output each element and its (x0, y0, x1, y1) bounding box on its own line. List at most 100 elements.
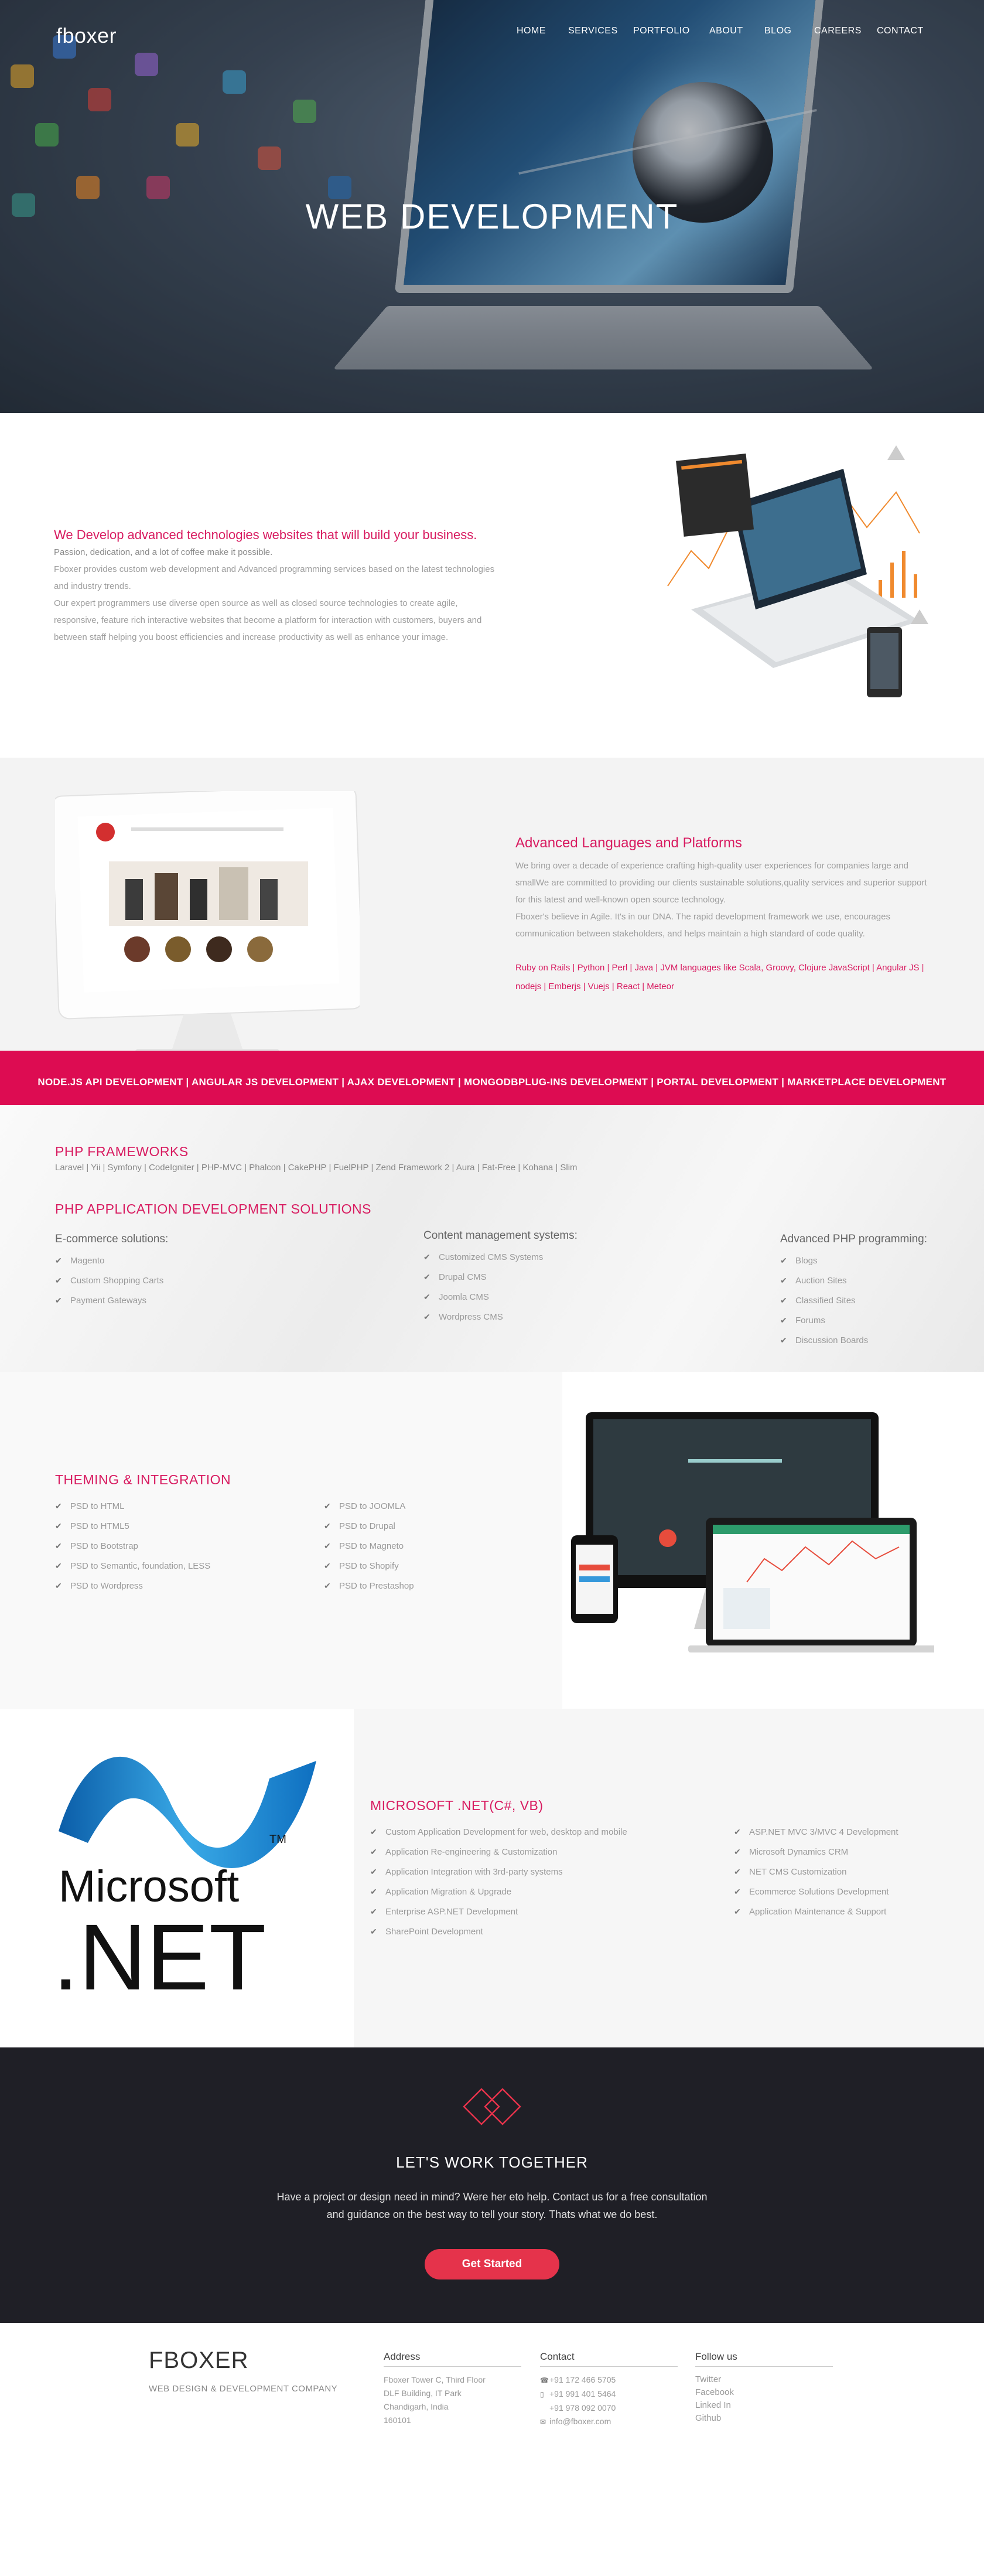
list-item: ✔ Ecommerce Solutions Development (734, 1886, 889, 1897)
check-icon: ✔ (423, 1292, 430, 1301)
list-item: ✔ SharePoint Development (370, 1926, 483, 1937)
list-item: ✔ PSD to Prestashop (324, 1580, 414, 1591)
check-icon: ✔ (423, 1272, 430, 1282)
check-icon: ✔ (55, 1275, 62, 1285)
php-solutions-heading: PHP APPLICATION DEVELOPMENT SOLUTIONS (55, 1201, 371, 1217)
footer-address-heading: Address (384, 2351, 421, 2362)
intro-line: Our expert programmers use diverse open … (54, 598, 482, 642)
check-icon: ✔ (55, 1501, 62, 1511)
imac-website-illustration (55, 791, 360, 1061)
check-icon: ✔ (734, 1906, 741, 1916)
list-item: ✔ Customized CMS Systems (423, 1252, 544, 1262)
check-icon: ✔ (780, 1255, 787, 1265)
check-icon: ✔ (324, 1501, 331, 1511)
ecommerce-title: E-commerce solutions: (55, 1233, 169, 1245)
footer-divider (384, 2366, 521, 2367)
check-icon: ✔ (734, 1827, 741, 1836)
svg-text:TM: TM (269, 1833, 286, 1846)
list-item: ✔ Joomla CMS (423, 1292, 489, 1302)
check-icon: ✔ (55, 1255, 62, 1265)
microsoft-dotnet-logo: TM Microsoft .NET (53, 1756, 316, 2001)
check-icon: ✔ (55, 1580, 62, 1590)
list-item: ✔ Application Migration & Upgrade (370, 1886, 512, 1897)
check-icon: ✔ (370, 1846, 377, 1856)
list-item: ✔ PSD to Shopify (324, 1560, 399, 1571)
advanced-line: Fboxer's believe in Agile. It's in our D… (515, 912, 890, 939)
list-item: ✔ Enterprise ASP.NET Development (370, 1906, 518, 1917)
nav-home[interactable]: HOME (517, 26, 546, 36)
nav-portfolio[interactable]: PORTFOLIO (633, 26, 690, 36)
social-linkedin[interactable]: Linked In (695, 2399, 731, 2412)
check-icon: ✔ (324, 1521, 331, 1531)
list-item: ✔ Microsoft Dynamics CRM (734, 1846, 849, 1857)
list-item: ✔ PSD to Semantic, foundation, LESS (55, 1560, 211, 1571)
cta-body: Have a project or design need in mind? W… (246, 2188, 738, 2223)
list-item: ✔ Application Re-engineering & Customizat… (370, 1846, 558, 1857)
dotnet-heading: MICROSOFT .NET(C#, VB) (370, 1798, 544, 1813)
php-frameworks-list: Laravel | Yii | Symfony | CodeIgniter | … (55, 1163, 578, 1173)
advanced-body: We bring over a decade of experience cra… (515, 857, 937, 942)
list-item: ✔ NET CMS Customization (734, 1866, 847, 1877)
list-item: ✔ PSD to JOOMLA (324, 1501, 406, 1511)
phone-icon: ☎ (540, 2376, 549, 2384)
contact-mobile[interactable]: ▯ +91 991 401 5464 (540, 2387, 616, 2401)
footer-contact: ☎+91 172 466 5705 ▯ +91 991 401 5464 +91 … (540, 2373, 616, 2429)
list-item: ✔ Magento (55, 1255, 105, 1266)
check-icon: ✔ (324, 1560, 331, 1570)
get-started-button[interactable]: Get Started (425, 2249, 559, 2279)
footer-contact-heading: Contact (540, 2351, 575, 2362)
nav-services[interactable]: SERVICES (568, 26, 618, 36)
main-nav: HOME SERVICES PORTFOLIO ABOUT BLOG CAREE… (0, 26, 984, 43)
social-github[interactable]: Github (695, 2412, 721, 2425)
list-item: ✔ Discussion Boards (780, 1335, 869, 1345)
check-icon: ✔ (734, 1846, 741, 1856)
check-icon: ✔ (324, 1580, 331, 1590)
social-twitter[interactable]: Twitter (695, 2373, 721, 2386)
envelope-icon: ✉ (540, 2418, 546, 2426)
advanced-line: We bring over a decade of experience cra… (515, 861, 927, 905)
check-icon: ✔ (55, 1521, 62, 1531)
footer-address: Fboxer Tower C, Third Floor DLF Building… (384, 2373, 486, 2427)
footer-brand: FBOXER (149, 2347, 249, 2373)
nav-about[interactable]: ABOUT (709, 26, 743, 36)
check-icon: ✔ (734, 1866, 741, 1876)
theming-list-2: ✔ PSD to JOOMLA ✔ PSD to Drupal ✔ PSD to Ma… (324, 1496, 414, 1596)
intro-heading: We Develop advanced technologies website… (54, 527, 477, 542)
languages-list: Ruby on Rails | Python | Perl | Java | J… (515, 963, 924, 991)
nav-blog[interactable]: BLOG (764, 26, 791, 36)
list-item: ✔ Classified Sites (780, 1295, 856, 1306)
list-item: ✔ PSD to Bootstrap (55, 1541, 138, 1551)
footer-follow-heading: Follow us (695, 2351, 737, 2362)
nav-careers[interactable]: CAREERS (814, 26, 862, 36)
check-icon: ✔ (370, 1886, 377, 1896)
theming-list-1: ✔ PSD to HTML ✔ PSD to HTML5 ✔ PSD to Boots… (55, 1496, 210, 1596)
cms-title: Content management systems: (423, 1229, 578, 1242)
cta-title: LET'S WORK TOGETHER (396, 2154, 588, 2171)
contact-mobile[interactable]: +91 978 092 0070 (540, 2401, 616, 2415)
check-icon: ✔ (423, 1311, 430, 1321)
contact-phone[interactable]: ☎+91 172 466 5705 (540, 2373, 616, 2387)
address-line: 160101 (384, 2415, 411, 2425)
ecommerce-list: ✔ Magento ✔ Custom Shopping Carts ✔ Payment… (55, 1250, 163, 1310)
list-item: ✔ ASP.NET MVC 3/MVC 4 Development (734, 1827, 898, 1837)
social-facebook[interactable]: Facebook (695, 2386, 734, 2399)
nav-contact[interactable]: CONTACT (877, 26, 924, 36)
advanced-php-title: Advanced PHP programming: (780, 1233, 927, 1245)
check-icon: ✔ (423, 1252, 430, 1262)
check-icon: ✔ (370, 1906, 377, 1916)
footer-tagline: WEB DESIGN & DEVELOPMENT COMPANY (149, 2384, 338, 2394)
check-icon: ✔ (734, 1886, 741, 1896)
theming-heading: THEMING & INTEGRATION (55, 1472, 231, 1487)
check-icon: ✔ (780, 1295, 787, 1305)
intro-body: Passion, dedication, and a lot of coffee… (54, 544, 499, 646)
check-icon: ✔ (370, 1866, 377, 1876)
contact-email[interactable]: ✉ info@fboxer.com (540, 2415, 616, 2429)
dotnet-list-1: ✔ Custom Application Development for web,… (370, 1822, 627, 1941)
cms-list: ✔ Customized CMS Systems ✔ Drupal CMS ✔ Joo… (423, 1247, 543, 1327)
intro-line: Passion, dedication, and a lot of coffee… (54, 547, 273, 557)
list-item: ✔ Custom Application Development for web,… (370, 1827, 627, 1837)
dotnet-list-2: ✔ ASP.NET MVC 3/MVC 4 Development ✔ Micros… (734, 1822, 898, 1921)
footer-divider (695, 2366, 833, 2367)
diamond-logo-icon (463, 2088, 521, 2125)
advanced-php-list: ✔ Blogs ✔ Auction Sites ✔ Classified Sites … (780, 1250, 868, 1350)
